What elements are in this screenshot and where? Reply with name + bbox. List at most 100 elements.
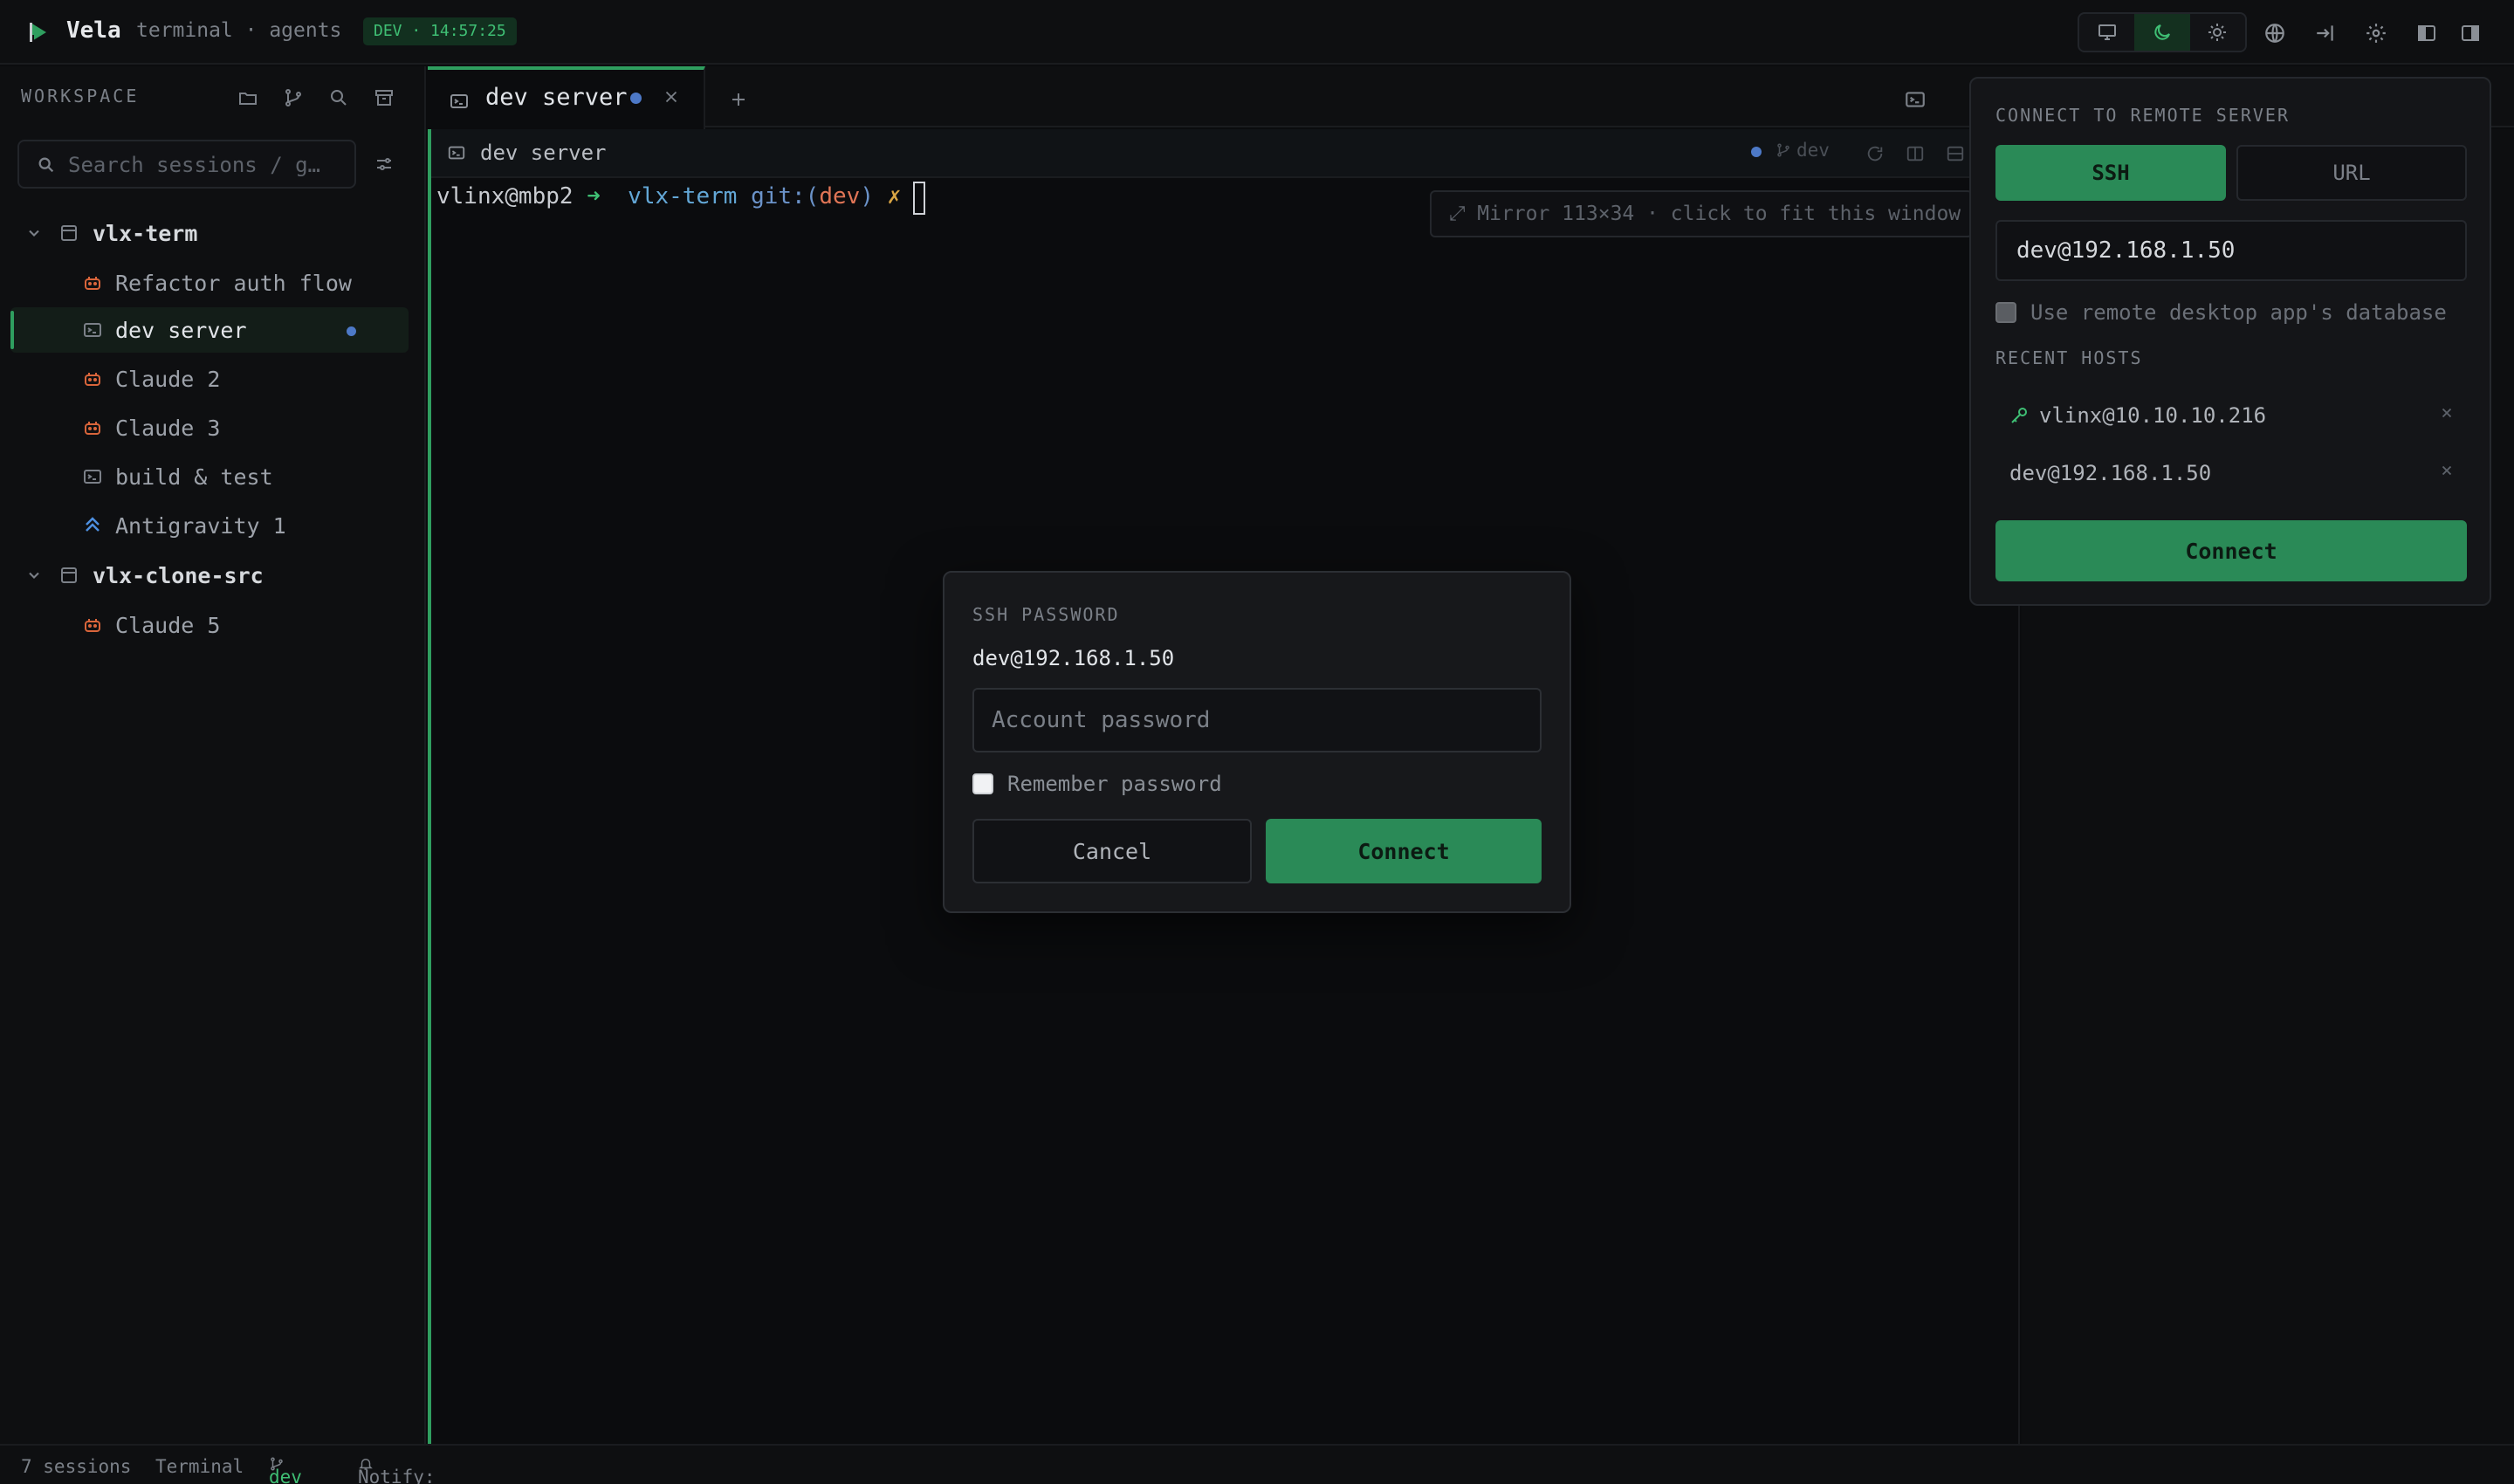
- sign-in-button[interactable]: [2310, 17, 2341, 49]
- search-input[interactable]: [68, 148, 347, 182]
- remote-connect-button[interactable]: Connect: [1995, 520, 2467, 581]
- close-icon: [665, 91, 677, 103]
- mode-url-button[interactable]: URL: [2236, 145, 2467, 201]
- refresh-icon: [1867, 146, 1883, 161]
- git-branch-icon: [285, 89, 301, 106]
- split-horizontal-button[interactable]: [1941, 140, 1969, 168]
- group-vlx-clone-src[interactable]: vlx-clone-src: [0, 553, 426, 597]
- remote-panel-title: CONNECT TO REMOTE SERVER: [1995, 105, 2290, 126]
- tab-dev-server[interactable]: dev server: [428, 66, 705, 129]
- search-icon: [331, 90, 347, 106]
- terminal-icon: [1906, 92, 1925, 107]
- close-icon: [2442, 465, 2452, 476]
- project-icon: [61, 567, 77, 583]
- split-horizontal-icon: [1947, 146, 1964, 161]
- gear-icon: [2366, 24, 2386, 43]
- session-count: 7 sessions: [21, 1456, 132, 1477]
- monitor-icon: [2098, 24, 2116, 40]
- toggle-right-sidebar-button[interactable]: [2455, 17, 2486, 49]
- folder-open-icon: [239, 93, 257, 105]
- terminal-prompt: vlinx@mbp2 ➜ vlx-term git:(dev) ✗: [436, 183, 901, 210]
- session-label: build & test: [115, 464, 273, 490]
- tab-close-button[interactable]: [662, 87, 681, 106]
- pane-title: dev server: [480, 141, 607, 165]
- session-label: Claude 3: [115, 415, 221, 441]
- claude-icon: [82, 368, 105, 389]
- mirror-fit-hint[interactable]: ⤢ Mirror 113×34 · click to fit this wind…: [1430, 190, 1973, 237]
- search-button[interactable]: [323, 82, 354, 113]
- remove-recent-host-button[interactable]: [2439, 405, 2455, 421]
- chevron-down-icon: [29, 230, 39, 237]
- session-item-dev-server[interactable]: dev server: [10, 307, 409, 353]
- status-bar: 7 sessions Terminal dev Notify: On: [0, 1444, 2514, 1484]
- status-notify[interactable]: Notify: On: [358, 1456, 436, 1484]
- recent-host-row[interactable]: vlinx@10.10.10.216: [1995, 389, 2467, 442]
- sign-in-icon: [2317, 25, 2333, 41]
- recent-host-label: vlinx@10.10.10.216: [2039, 403, 2267, 428]
- terminal-icon: [82, 466, 105, 487]
- remember-password-option[interactable]: Remember password: [972, 772, 1222, 796]
- cancel-button[interactable]: Cancel: [972, 819, 1252, 883]
- prompt-user: vlinx@mbp2: [436, 183, 574, 210]
- dialog-title: SSH PASSWORD: [972, 604, 1120, 625]
- mode-ssh-button[interactable]: SSH: [1995, 145, 2226, 201]
- filter-button[interactable]: [368, 148, 400, 180]
- sidebar-left-icon: [2418, 25, 2435, 41]
- refresh-button[interactable]: [1861, 140, 1889, 168]
- session-item-claude-2[interactable]: Claude 2: [10, 356, 409, 402]
- use-remote-db-checkbox[interactable]: [1995, 302, 2016, 323]
- pane-branch-label: dev: [1796, 140, 1830, 161]
- terminal-icon: [448, 146, 465, 160]
- terminal-view-button[interactable]: [1899, 84, 1931, 115]
- toggle-left-sidebar-button[interactable]: [2411, 17, 2442, 49]
- claude-icon: [82, 272, 105, 293]
- theme-switcher: [2078, 12, 2247, 52]
- settings-button[interactable]: [2360, 17, 2392, 49]
- search-icon: [38, 157, 54, 173]
- status-branch-label: dev: [269, 1467, 302, 1484]
- session-item-claude-3[interactable]: Claude 3: [10, 405, 409, 450]
- open-folder-button[interactable]: [232, 82, 264, 113]
- prompt-dirty-mark: ✗: [887, 183, 902, 210]
- password-input[interactable]: [972, 688, 1542, 752]
- session-item-refactor-auth-flow[interactable]: Refactor auth flow: [10, 260, 409, 306]
- prompt-branch: dev: [819, 183, 861, 210]
- theme-system-button[interactable]: [2079, 14, 2134, 51]
- recent-hosts-title: RECENT HOSTS: [1995, 347, 2143, 368]
- terminal-cursor: [913, 182, 925, 215]
- prompt-git-prefix: git:(: [751, 183, 820, 210]
- split-vertical-icon: [1906, 146, 1924, 161]
- archive-button[interactable]: [368, 82, 400, 113]
- archive-icon: [375, 90, 393, 106]
- session-item-antigravity-1[interactable]: Antigravity 1: [10, 503, 409, 548]
- theme-light-button[interactable]: [2190, 14, 2245, 51]
- remember-password-checkbox[interactable]: [972, 773, 993, 794]
- session-item-build-test[interactable]: build & test: [10, 454, 409, 499]
- connect-button[interactable]: Connect: [1266, 819, 1542, 883]
- chevron-down-icon: [29, 572, 39, 579]
- vela-logo-icon: [24, 19, 51, 45]
- split-vertical-button[interactable]: [1901, 140, 1929, 168]
- session-label: Refactor auth flow: [115, 270, 352, 296]
- recent-host-row[interactable]: dev@192.168.1.50: [1995, 447, 2467, 499]
- branch-button[interactable]: [278, 82, 309, 113]
- workspace-label: WORKSPACE: [21, 86, 140, 106]
- group-vlx-term[interactable]: vlx-term: [0, 211, 426, 255]
- claude-icon: [82, 417, 105, 438]
- session-label: dev server: [115, 317, 247, 343]
- remote-globe-button[interactable]: [2259, 17, 2291, 49]
- remote-host-input[interactable]: [1995, 220, 2467, 281]
- status-branch[interactable]: dev: [269, 1456, 302, 1484]
- sliders-icon: [377, 158, 391, 170]
- remove-recent-host-button[interactable]: [2439, 463, 2455, 478]
- use-remote-db-option[interactable]: Use remote desktop app's database: [1995, 300, 2447, 325]
- session-item-claude-5[interactable]: Claude 5: [10, 602, 409, 648]
- globe-icon: [2265, 24, 2284, 43]
- prompt-dir: vlx-term: [628, 183, 738, 210]
- sun-icon: [2208, 24, 2227, 41]
- prompt-arrow: ➜: [587, 183, 601, 210]
- session-label: Antigravity 1: [115, 512, 286, 539]
- app-subtitle: terminal · agents: [136, 19, 342, 42]
- new-tab-button[interactable]: [721, 82, 756, 117]
- theme-dark-button[interactable]: [2134, 14, 2190, 51]
